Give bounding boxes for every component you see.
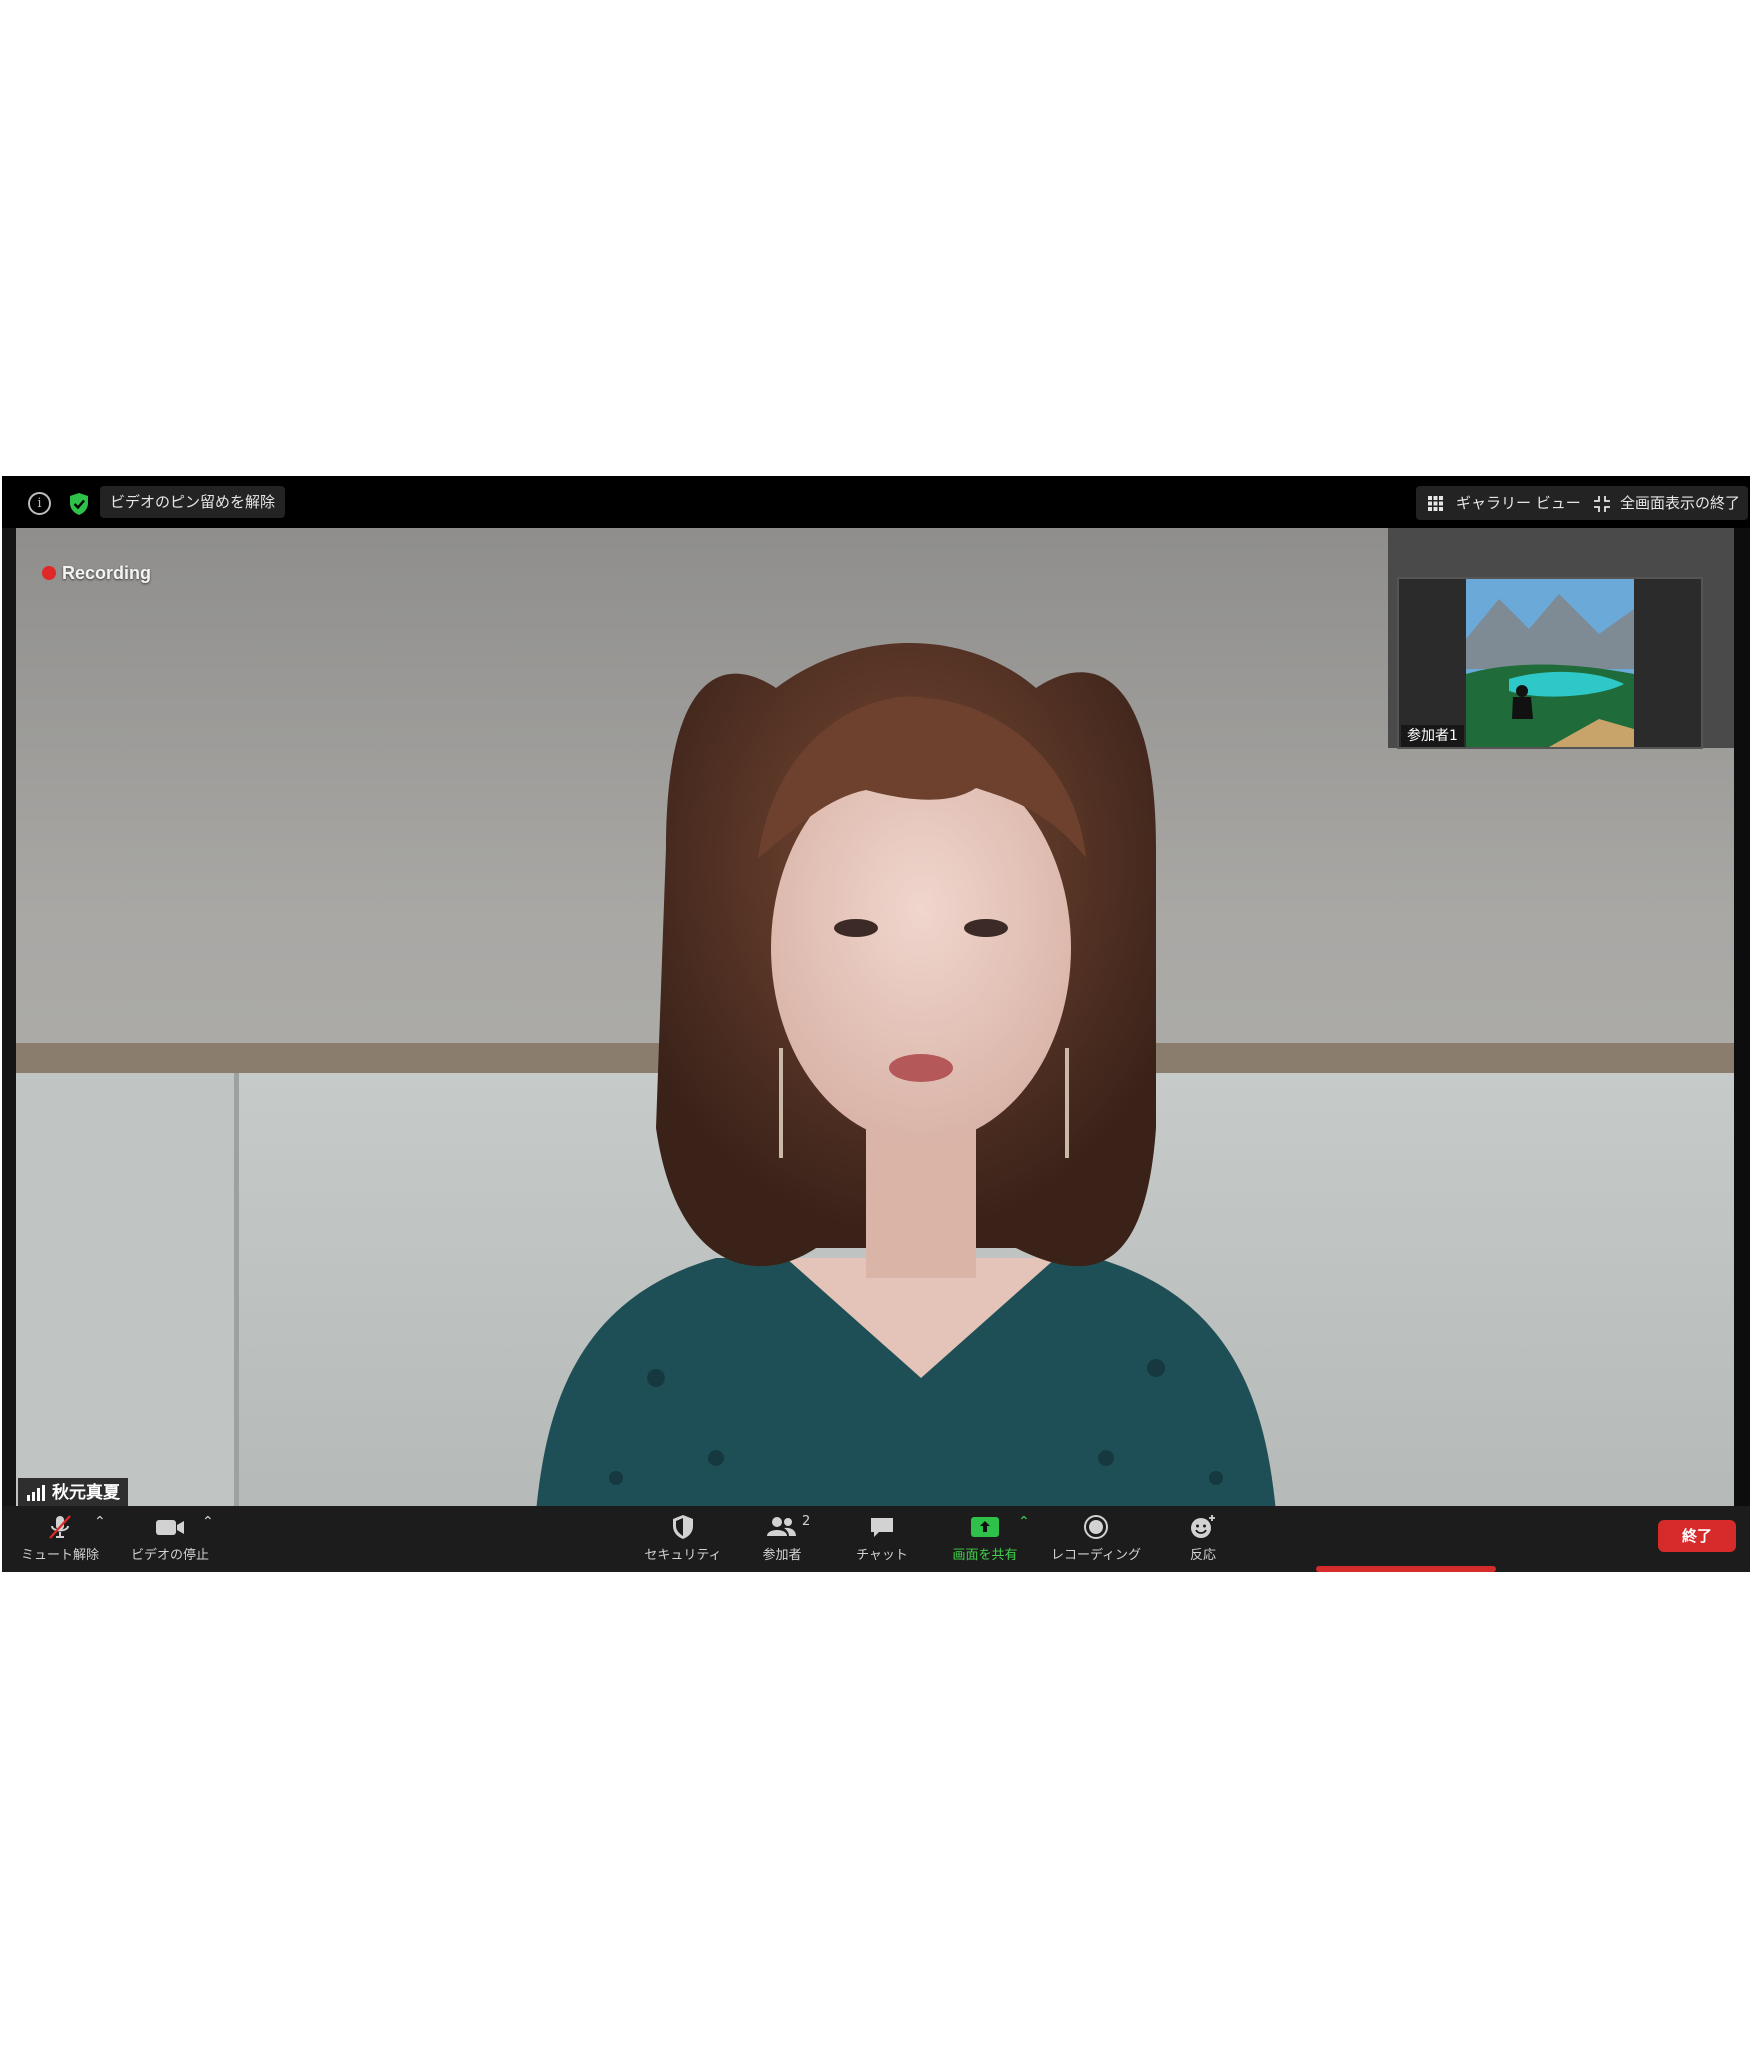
share-screen-button[interactable]: 画面を共有	[942, 1506, 1028, 1572]
emoji-reaction-icon	[1191, 1515, 1215, 1538]
meeting-toolbar: ミュート解除 ⌃ ビデオの停止 ⌃ セキュリティ 参加者 2 チャット 画面を共…	[2, 1506, 1750, 1572]
zoom-meeting-window: i ビデオのピン留めを解除 ギャラリー ビュー 全画面表示の終了 Recordi…	[2, 476, 1750, 1572]
participant-thumbnail[interactable]: 参加者1	[1397, 577, 1703, 749]
participants-icon	[767, 1517, 796, 1536]
grid-icon	[1428, 496, 1443, 511]
recording-toolbar-label: レコーディング	[1050, 1548, 1142, 1563]
audio-options-caret-icon[interactable]: ⌃	[94, 1514, 106, 1530]
stop-video-label: ビデオの停止	[130, 1548, 209, 1563]
recording-dot-icon	[42, 566, 56, 580]
record-icon	[1084, 1515, 1108, 1539]
unpin-video-button[interactable]: ビデオのピン留めを解除	[100, 486, 286, 518]
security-button[interactable]: セキュリティ	[638, 1506, 728, 1572]
gallery-view-label: ギャラリー ビュー	[1456, 494, 1581, 512]
share-options-caret-icon[interactable]: ⌃	[1018, 1514, 1030, 1530]
reactions-label: 反応	[1189, 1548, 1216, 1563]
participants-count: 2	[802, 1514, 811, 1529]
participant-name-tag: 参加者1	[1401, 725, 1464, 747]
exit-fullscreen-label: 全画面表示の終了	[1620, 494, 1741, 512]
microphone-muted-icon	[49, 1515, 71, 1539]
right-edge	[1734, 528, 1750, 1512]
chat-button[interactable]: チャット	[840, 1506, 924, 1572]
recording-indicator: Recording	[42, 560, 151, 586]
exit-fullscreen-button[interactable]: 全画面表示の終了	[1584, 486, 1749, 520]
left-edge	[2, 528, 16, 1512]
shield-check-icon[interactable]	[68, 492, 90, 516]
bottom-red-indicator	[1316, 1566, 1496, 1572]
top-bar: i ビデオのピン留めを解除 ギャラリー ビュー 全画面表示の終了	[2, 476, 1750, 528]
share-screen-label: 画面を共有	[952, 1548, 1018, 1563]
participants-label: 参加者	[762, 1548, 802, 1563]
mute-label: ミュート解除	[20, 1548, 99, 1563]
speaker-name: 秋元真夏	[52, 1483, 120, 1503]
shield-icon	[673, 1515, 693, 1539]
chat-label: チャット	[856, 1548, 908, 1563]
participant-virtual-background	[1399, 579, 1701, 747]
mute-button[interactable]: ミュート解除	[14, 1506, 106, 1572]
end-meeting-button[interactable]: 終了	[1658, 1520, 1736, 1552]
signal-bars-icon	[27, 1485, 45, 1501]
video-camera-icon	[156, 1520, 184, 1535]
speaker-name-tag: 秋元真夏	[18, 1478, 128, 1508]
recording-label: Recording	[62, 562, 152, 583]
video-options-caret-icon[interactable]: ⌃	[202, 1514, 214, 1530]
recording-button[interactable]: レコーディング	[1048, 1506, 1144, 1572]
share-screen-icon	[971, 1517, 999, 1537]
reactions-button[interactable]: 反応	[1168, 1506, 1238, 1572]
info-icon[interactable]: i	[28, 492, 51, 515]
chat-bubble-icon	[871, 1518, 893, 1537]
security-label: セキュリティ	[644, 1548, 722, 1563]
gallery-view-button[interactable]: ギャラリー ビュー	[1416, 486, 1593, 520]
exit-fullscreen-icon	[1594, 496, 1610, 512]
